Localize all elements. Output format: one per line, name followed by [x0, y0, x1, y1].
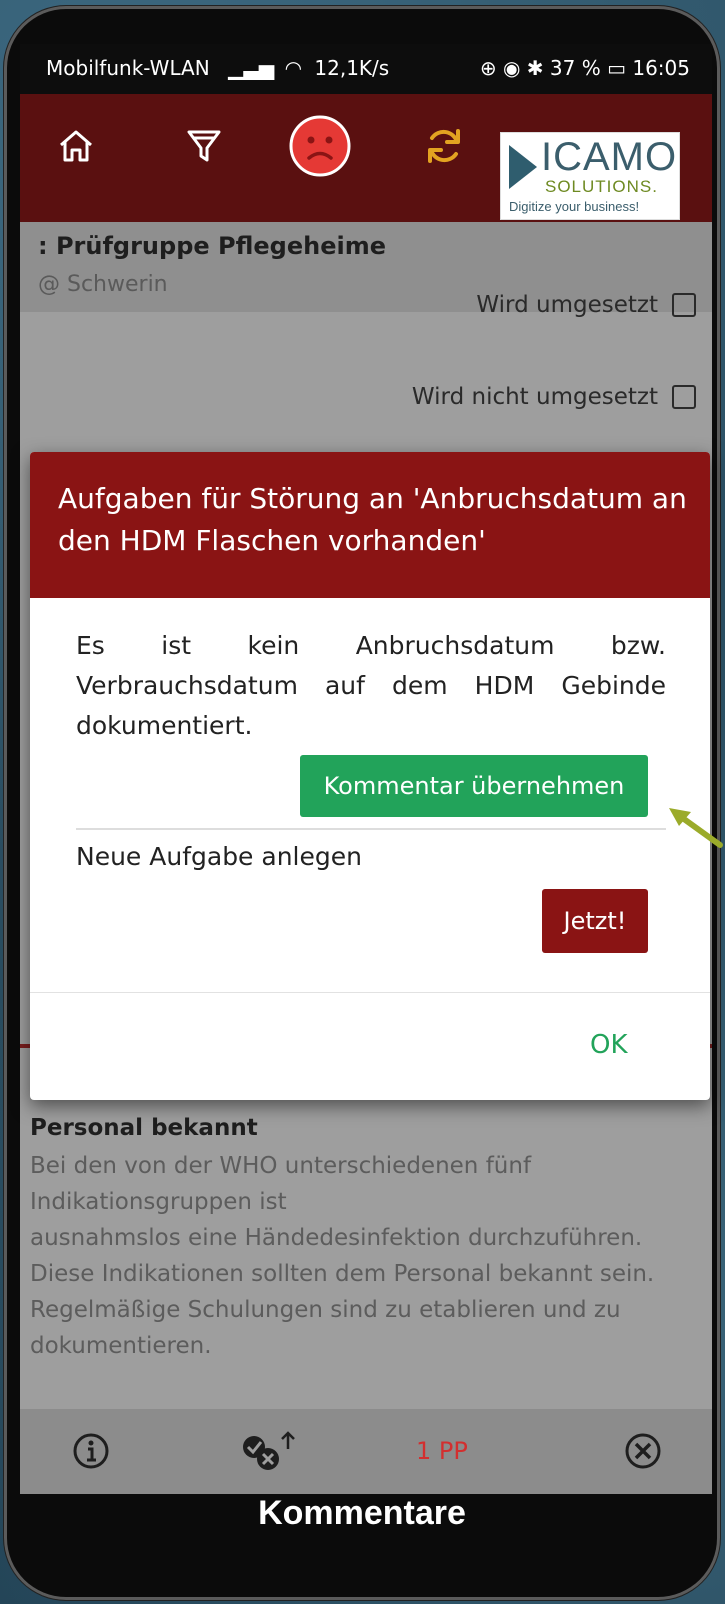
- app-toolbar: ICAMO SOLUTIONS. Digitize your business!: [20, 94, 712, 222]
- option-implemented[interactable]: Wird umgesetzt: [476, 292, 696, 318]
- group-location: @ Schwerin: [38, 272, 168, 297]
- description-line: dokumentieren.: [30, 1333, 212, 1359]
- group-title: : Prüfgruppe Pflegeheime: [38, 232, 386, 260]
- status-button[interactable]: [286, 114, 354, 178]
- logo-sub: SOLUTIONS.: [545, 177, 658, 196]
- close-circle-icon: [625, 1433, 661, 1469]
- description-line: Bei den von der WHO unterschiedenen fünf: [30, 1153, 532, 1179]
- option-not-implemented[interactable]: Wird nicht umgesetzt: [412, 384, 696, 410]
- status-bar: Mobilfunk-WLAN ▁▃▅ ◠ 12,1K/s ⊕ ◉ ✱ 37 % …: [20, 44, 712, 94]
- clock: 16:05: [632, 56, 690, 80]
- pp-counter: 1 PP: [416, 1437, 468, 1465]
- new-task-label: Neue Aufgabe anlegen: [76, 842, 362, 871]
- description-line: ausnahmslos eine Händedesinfektion durch…: [30, 1225, 643, 1251]
- resolve-button[interactable]: [238, 1431, 302, 1471]
- nfc-icon: ⊕: [479, 56, 497, 80]
- info-button[interactable]: [72, 1431, 110, 1471]
- dialog-message: Es ist kein Anbruchsdatum bzw. Verbrauch…: [76, 631, 666, 740]
- caption-comments: Kommentare: [258, 1494, 466, 1532]
- status-right: ⊕ ◉ ✱ 37 % ▭ 16:05: [480, 56, 690, 80]
- carrier-label: Mobilfunk-WLAN: [46, 56, 210, 80]
- sync-button[interactable]: [412, 114, 476, 178]
- signal-icon: ▁▃▅: [228, 56, 275, 80]
- dialog-header: Aufgaben für Störung an 'Anbruchsdatum a…: [30, 452, 710, 598]
- network-speed: 12,1K/s: [314, 56, 390, 80]
- checkbox-implemented[interactable]: [672, 293, 696, 317]
- option-not-implemented-label: Wird nicht umgesetzt: [411, 384, 658, 410]
- bottom-action-bar: 1 PP: [20, 1409, 712, 1494]
- ok-button[interactable]: OK: [590, 1030, 628, 1060]
- logo-arrow-icon: [509, 145, 537, 189]
- annotation-arrow-icon: [669, 808, 723, 848]
- info-icon: [73, 1433, 109, 1469]
- bluetooth-icon: ✱: [526, 56, 544, 80]
- dialog-divider: [76, 828, 666, 830]
- description-line: Diese Indikationen sollten dem Personal …: [30, 1261, 655, 1287]
- dialog-title: Aufgaben für Störung an 'Anbruchsdatum a…: [58, 482, 687, 557]
- sync-icon: [428, 129, 460, 163]
- eye-icon: ◉: [502, 56, 521, 80]
- home-icon: [60, 130, 92, 162]
- sad-face-icon: [289, 115, 351, 177]
- filter-icon: [187, 130, 221, 162]
- logo-tagline: Digitize your business!: [509, 199, 640, 214]
- question-description: Bei den von der WHO unterschiedenen fünf…: [30, 1148, 702, 1364]
- status-left: Mobilfunk-WLAN ▁▃▅ ◠ 12,1K/s: [46, 56, 389, 80]
- create-task-now-button[interactable]: Jetzt!: [542, 889, 648, 953]
- wifi-icon: ◠: [284, 56, 303, 80]
- home-button[interactable]: [44, 114, 108, 178]
- close-button[interactable]: [624, 1431, 662, 1471]
- description-line: Regelmäßige Schulungen sind zu etabliere…: [30, 1297, 621, 1323]
- question-title: Personal bekannt: [30, 1115, 258, 1141]
- battery-percent: 37 %: [549, 56, 601, 80]
- battery-icon: ▭: [607, 56, 626, 80]
- apply-comment-button[interactable]: Kommentar übernehmen: [300, 755, 648, 817]
- company-logo: ICAMO SOLUTIONS. Digitize your business!: [500, 132, 680, 220]
- dialog-footer-divider: [30, 992, 710, 993]
- description-line: Indikationsgruppen ist: [30, 1189, 287, 1215]
- logo-name: ICAMO: [541, 135, 678, 179]
- check-x-sort-icon: [243, 1431, 295, 1470]
- checkbox-not-implemented[interactable]: [672, 385, 696, 409]
- task-dialog: Aufgaben für Störung an 'Anbruchsdatum a…: [30, 452, 710, 1100]
- option-implemented-label: Wird umgesetzt: [476, 292, 658, 318]
- filter-button[interactable]: [172, 114, 236, 178]
